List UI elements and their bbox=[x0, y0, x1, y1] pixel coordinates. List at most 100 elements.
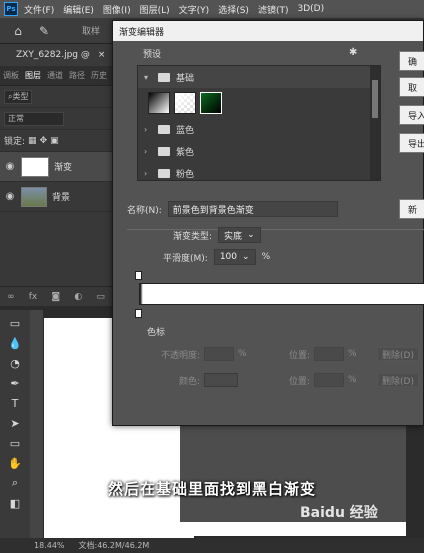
position-label: 位置: bbox=[289, 350, 311, 361]
menu-filter[interactable]: 滤镜(T) bbox=[258, 3, 289, 16]
lock-move-icon[interactable]: ✥ bbox=[40, 136, 48, 146]
hand-tool-icon[interactable]: ✋ bbox=[7, 456, 23, 470]
color-position-row: 位置: % bbox=[289, 373, 357, 387]
menu-file[interactable]: 文件(F) bbox=[24, 3, 54, 16]
folder-blue[interactable]: › 蓝色 bbox=[138, 118, 380, 140]
chevron-right-icon[interactable]: › bbox=[144, 169, 152, 178]
chevron-down-icon: ⌄ bbox=[247, 230, 255, 240]
white-transparent-gradient-swatch[interactable] bbox=[174, 92, 196, 114]
folder-label: 蓝色 bbox=[176, 125, 195, 136]
folder-icon[interactable]: ▭ bbox=[96, 292, 105, 302]
menu-image[interactable]: 图像(I) bbox=[103, 3, 131, 16]
dodge-tool-icon[interactable]: ◔ bbox=[7, 356, 23, 370]
eyedropper-icon[interactable]: ✎ bbox=[36, 23, 52, 39]
color-stop-row: 颜色: bbox=[179, 373, 239, 387]
lock-all-icon[interactable]: ▣ bbox=[50, 136, 59, 146]
folder-pink[interactable]: › 粉色 bbox=[138, 162, 380, 180]
opacity-stop-row: 不透明度: % bbox=[161, 347, 247, 361]
tab-history[interactable]: 历史 bbox=[88, 70, 110, 81]
menu-select[interactable]: 选择(S) bbox=[218, 3, 249, 16]
chevron-right-icon[interactable]: › bbox=[144, 147, 152, 156]
tab-layers[interactable]: 图层 bbox=[22, 70, 44, 81]
layer-row-background[interactable]: ◉ 背景 bbox=[0, 182, 112, 212]
opacity-position-field[interactable] bbox=[314, 347, 345, 361]
layer-thumbnail bbox=[21, 186, 47, 207]
color-stop-handle[interactable] bbox=[135, 309, 142, 318]
color-label: 颜色: bbox=[179, 376, 201, 387]
delete-color-stop-button[interactable]: 删除(D) bbox=[377, 373, 419, 387]
gradient-type-value: 实底 bbox=[224, 231, 243, 242]
text-tool-icon[interactable]: T bbox=[7, 396, 23, 410]
adjust-icon[interactable]: ◐ bbox=[74, 292, 82, 302]
lock-label: 锁定: bbox=[4, 137, 26, 147]
color-position-field[interactable] bbox=[314, 373, 345, 387]
tab-channels[interactable]: 通道 bbox=[44, 70, 66, 81]
pen-tool-icon[interactable]: ✒ bbox=[7, 376, 23, 390]
tab-paths[interactable]: 路径 bbox=[66, 70, 88, 81]
folder-label: 粉色 bbox=[176, 169, 195, 180]
blur-tool-icon[interactable]: 💧 bbox=[7, 336, 23, 350]
blend-mode-select[interactable]: 正常 bbox=[4, 111, 64, 126]
gradient-preview-bar[interactable] bbox=[139, 283, 424, 305]
green-black-gradient-swatch[interactable] bbox=[200, 92, 222, 114]
gradient-name-field[interactable]: 前景色到背景色渐变 bbox=[167, 201, 338, 217]
menu-bar: Ps 文件(F) 编辑(E) 图像(I) 图层(L) 文字(Y) 选择(S) 滤… bbox=[0, 0, 424, 18]
visibility-eye-icon[interactable]: ◉ bbox=[4, 161, 16, 172]
lock-pixels-icon[interactable]: ▦ bbox=[28, 136, 37, 146]
lock-row: 锁定: ▦ ✥ ▣ bbox=[0, 130, 112, 152]
rectangle-tool-icon[interactable]: ▭ bbox=[7, 436, 23, 450]
layer-row-gradient[interactable]: ◉ 渐变 bbox=[0, 152, 112, 182]
menu-type[interactable]: 文字(Y) bbox=[179, 3, 210, 16]
chevron-down-icon[interactable]: ▾ bbox=[144, 73, 152, 82]
basic-swatches bbox=[138, 88, 380, 118]
photoshop-logo-icon: Ps bbox=[4, 2, 18, 16]
opacity-field[interactable] bbox=[204, 347, 235, 361]
menu-layer[interactable]: 图层(L) bbox=[140, 3, 170, 16]
preset-scrollbar[interactable] bbox=[370, 66, 380, 180]
opacity-position-row: 位置: % bbox=[289, 347, 357, 361]
folder-icon bbox=[158, 124, 170, 134]
crop-tool-icon[interactable]: ▭ bbox=[7, 316, 23, 330]
menu-edit[interactable]: 编辑(E) bbox=[63, 3, 94, 16]
tab-adjust[interactable]: 调板 bbox=[0, 70, 22, 81]
gradient-type-label: 渐变类型: bbox=[173, 231, 213, 242]
layer-filter-row: ⌕ 类型 bbox=[0, 86, 112, 108]
gear-icon[interactable]: ✱ bbox=[349, 47, 357, 58]
fx-icon[interactable]: fx bbox=[29, 292, 38, 302]
close-tab-icon[interactable]: × bbox=[98, 50, 106, 60]
import-button[interactable]: 导入 bbox=[399, 105, 424, 125]
folder-purple[interactable]: › 紫色 bbox=[138, 140, 380, 162]
color-swatch-field[interactable] bbox=[204, 373, 239, 387]
layer-filter-select[interactable]: ⌕ 类型 bbox=[4, 89, 33, 104]
smoothness-row: 平滑度(M): 100 ⌄ % bbox=[163, 249, 270, 265]
gradient-type-select[interactable]: 实底 ⌄ bbox=[218, 227, 261, 243]
home-icon[interactable]: ⌂ bbox=[10, 23, 26, 39]
folder-basic[interactable]: ▾ 基础 bbox=[138, 66, 380, 88]
preset-label: 预设 bbox=[143, 50, 162, 60]
folder-icon bbox=[158, 168, 170, 178]
tools-bar: ▭ 💧 ◔ ✒ T ➤ ▭ ✋ ⌕ ◧ bbox=[0, 310, 30, 553]
layers-footer: ∞ fx ◙ ◐ ▭ bbox=[0, 286, 112, 306]
mask-icon[interactable]: ◙ bbox=[51, 292, 60, 302]
link-icon[interactable]: ∞ bbox=[7, 292, 15, 302]
menu-3d[interactable]: 3D(D) bbox=[297, 4, 324, 14]
path-select-tool-icon[interactable]: ➤ bbox=[7, 416, 23, 430]
smoothness-field[interactable]: 100 ⌄ bbox=[213, 249, 256, 265]
folder-label: 紫色 bbox=[176, 147, 195, 158]
ok-button[interactable]: 确 bbox=[399, 51, 424, 71]
visibility-eye-icon[interactable]: ◉ bbox=[4, 191, 16, 202]
baidu-watermark-url: jingyan.baidu.com bbox=[318, 525, 402, 535]
export-button[interactable]: 导出 bbox=[399, 133, 424, 153]
new-button[interactable]: 新 bbox=[399, 199, 424, 219]
gradient-type-row: 渐变类型: 实底 ⌄ bbox=[173, 227, 261, 243]
cancel-button[interactable]: 取 bbox=[399, 77, 424, 97]
black-white-gradient-swatch[interactable] bbox=[148, 92, 170, 114]
blend-mode-value: 正常 bbox=[8, 114, 24, 123]
opacity-stop-handle[interactable] bbox=[135, 271, 142, 280]
scrollbar-thumb[interactable] bbox=[372, 80, 378, 118]
delete-opacity-stop-button[interactable]: 删除(D) bbox=[377, 347, 419, 361]
chevron-right-icon[interactable]: › bbox=[144, 125, 152, 134]
smoothness-label: 平滑度(M): bbox=[163, 253, 208, 264]
document-tab[interactable]: ZXY_6282.jpg @ × bbox=[0, 44, 114, 66]
document-size: 文档:46.2M/46.2M bbox=[78, 541, 150, 550]
